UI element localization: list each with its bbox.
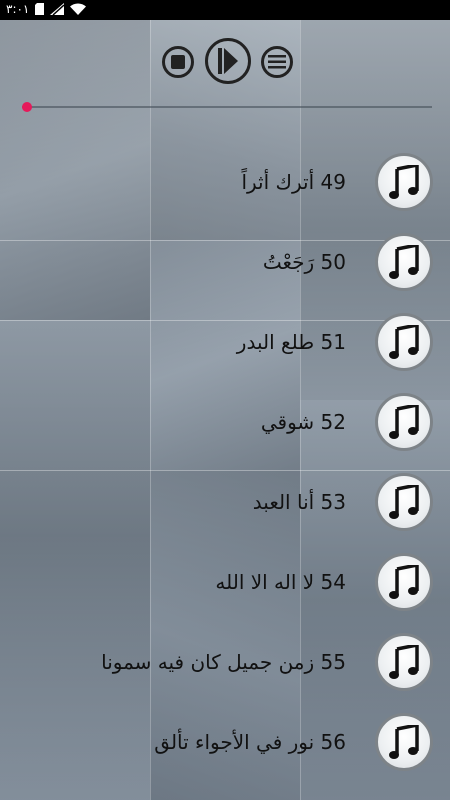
music-note-icon — [389, 165, 419, 199]
song-item[interactable]: 56 نور في الأجواء تألق — [0, 702, 450, 782]
music-note-icon — [389, 725, 419, 759]
player-controls — [0, 38, 450, 88]
stop-button[interactable] — [162, 46, 194, 78]
song-title: 56 نور في الأجواء تألق — [154, 730, 346, 754]
status-bar: ٣:٠١ — [0, 0, 450, 20]
song-title: 51 طلع البدر — [236, 330, 346, 354]
signal-icon — [50, 3, 65, 15]
music-note-icon — [389, 325, 419, 359]
play-icon — [218, 48, 238, 74]
music-note-icon — [389, 485, 419, 519]
music-note-icon — [389, 245, 419, 279]
song-title: 55 زمن جميل كان فيه سمونا — [101, 650, 346, 674]
song-item[interactable]: 49 أترك أثراً — [0, 142, 450, 222]
progress-thumb[interactable] — [22, 102, 32, 112]
sd-card-icon — [35, 3, 45, 15]
wifi-icon — [70, 3, 87, 15]
music-note-button[interactable] — [375, 393, 433, 451]
progress-bar[interactable] — [22, 102, 432, 112]
song-item[interactable]: 50 رَجَعْتُ — [0, 222, 450, 302]
music-note-button[interactable] — [375, 313, 433, 371]
song-title: 53 أنا العبد — [252, 490, 346, 514]
song-title: 49 أترك أثراً — [241, 170, 346, 194]
music-note-button[interactable] — [375, 713, 433, 771]
song-item[interactable]: 55 زمن جميل كان فيه سمونا — [0, 622, 450, 702]
song-item[interactable]: 51 طلع البدر — [0, 302, 450, 382]
song-item[interactable]: 54 لا اله الا الله — [0, 542, 450, 622]
music-note-button[interactable] — [375, 233, 433, 291]
song-title: 50 رَجَعْتُ — [262, 250, 346, 274]
song-item[interactable]: 53 أنا العبد — [0, 462, 450, 542]
music-note-icon — [389, 645, 419, 679]
music-note-button[interactable] — [375, 473, 433, 531]
song-title: 54 لا اله الا الله — [215, 570, 346, 594]
song-title: 52 شوقي — [260, 410, 346, 434]
menu-button[interactable] — [261, 46, 293, 78]
music-note-icon — [389, 405, 419, 439]
menu-icon — [268, 55, 286, 69]
music-note-button[interactable] — [375, 553, 433, 611]
song-item[interactable]: 52 شوقي — [0, 382, 450, 462]
stop-icon — [171, 55, 185, 69]
status-time: ٣:٠١ — [6, 2, 30, 16]
music-note-button[interactable] — [375, 633, 433, 691]
play-button[interactable] — [205, 38, 251, 84]
music-note-button[interactable] — [375, 153, 433, 211]
music-note-icon — [389, 565, 419, 599]
